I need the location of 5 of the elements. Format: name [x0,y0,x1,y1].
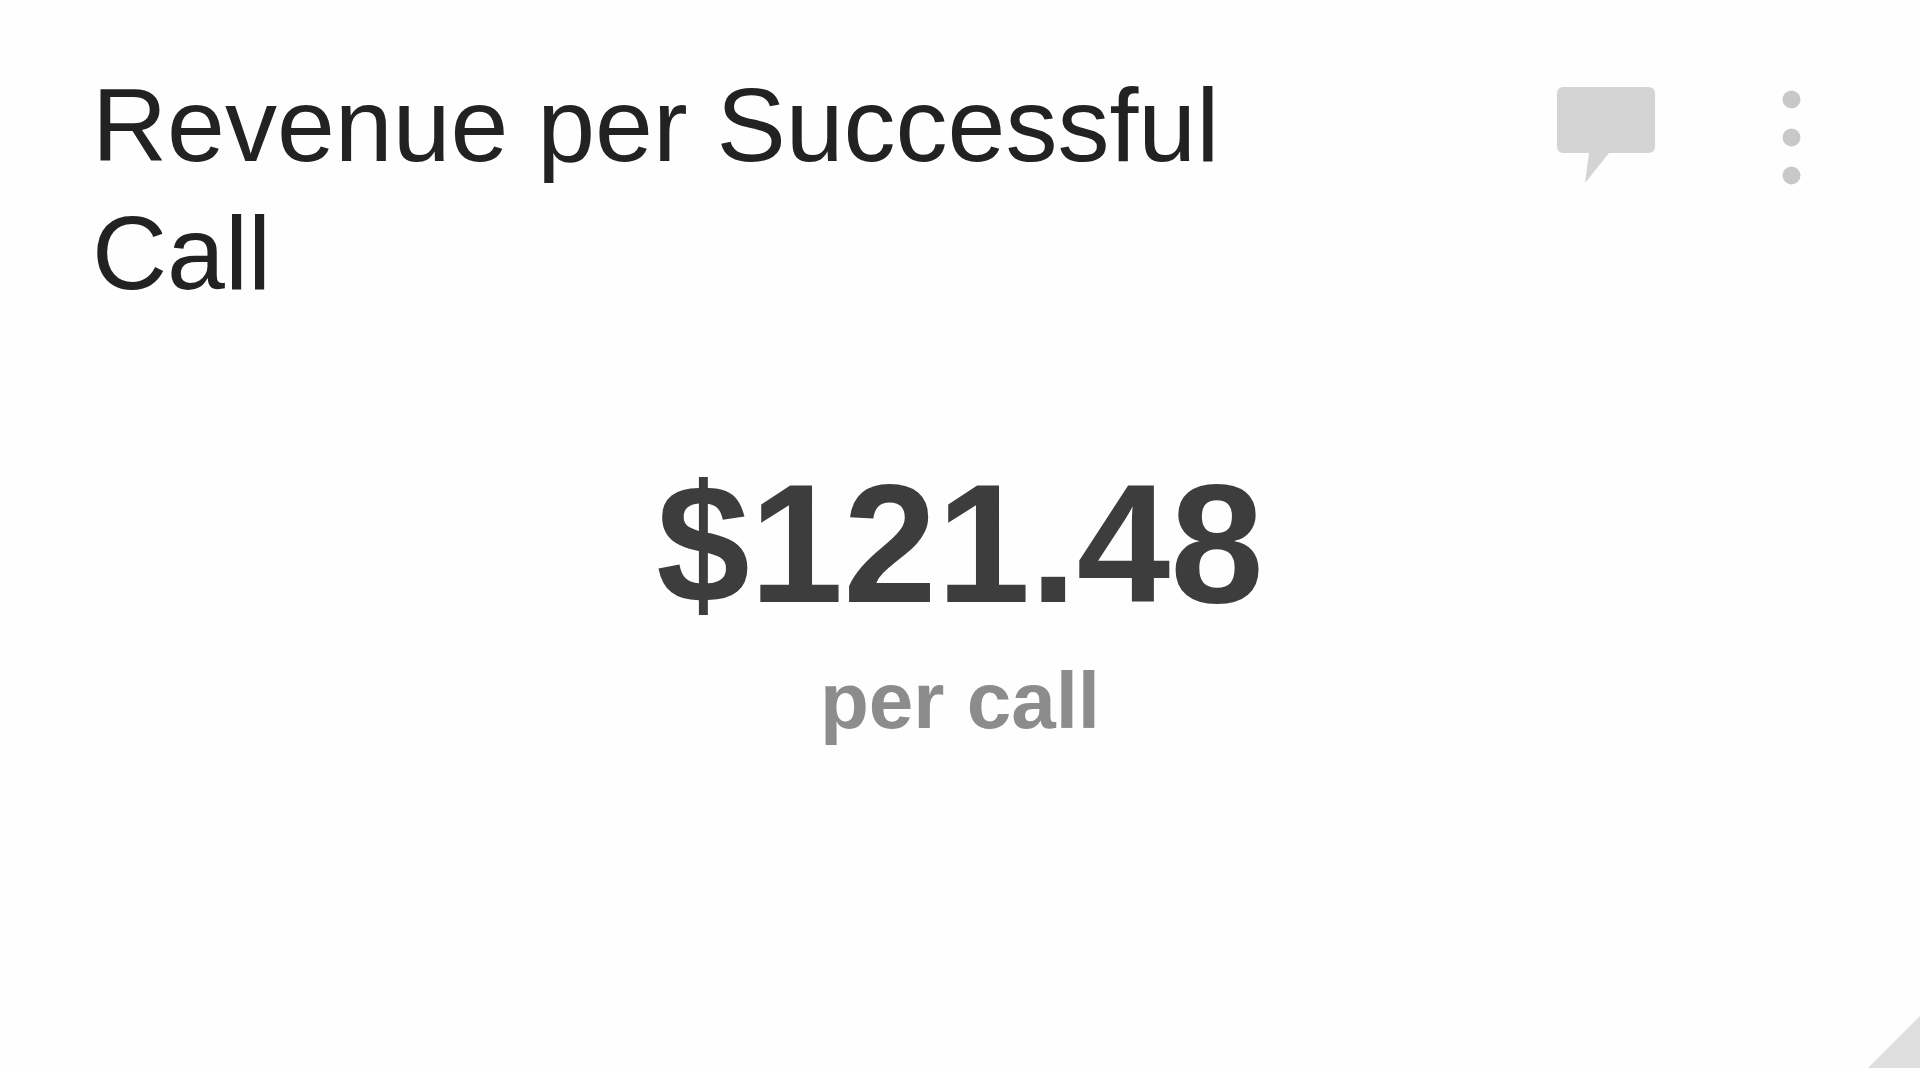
resize-grip-icon[interactable] [1868,1016,1920,1068]
more-options-icon[interactable] [1782,90,1801,185]
widget-title: Revenue per Successful Call [92,66,1221,313]
metric-value: $121.48 [656,460,1264,628]
comment-icon[interactable] [1557,87,1655,183]
